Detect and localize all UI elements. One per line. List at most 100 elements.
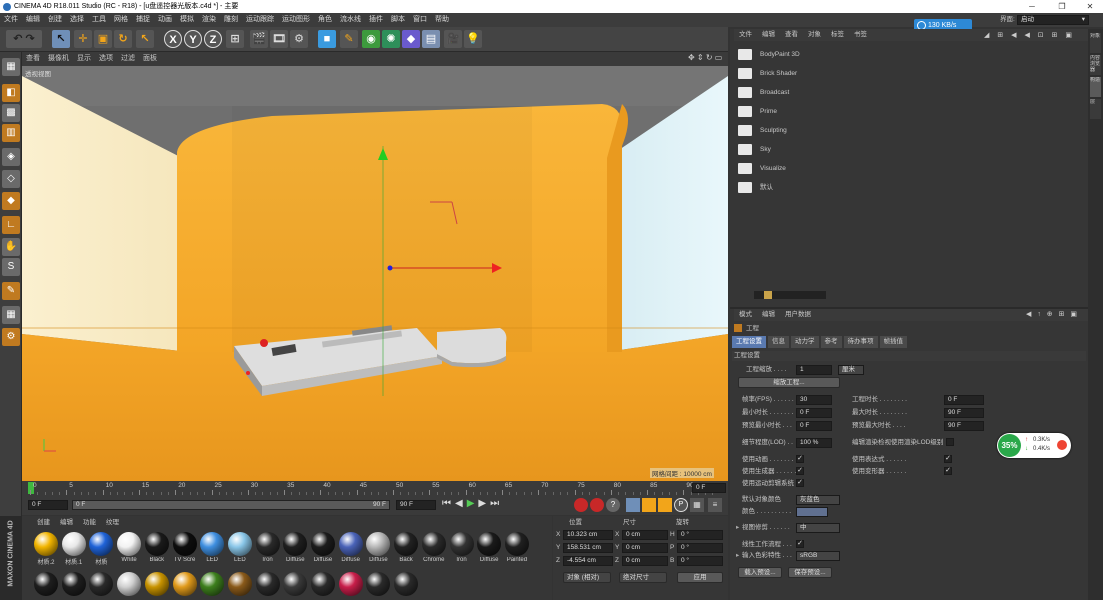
y-axis-lock-button[interactable]: Y — [184, 30, 202, 48]
material-swatch[interactable] — [61, 532, 86, 556]
material-swatch[interactable] — [477, 532, 502, 556]
timeline-menu-icon[interactable]: ≡ — [708, 498, 722, 512]
object-manager-menu-item[interactable]: 书签 — [849, 29, 872, 41]
material-swatch[interactable] — [366, 572, 391, 596]
menu-item[interactable]: 网格 — [110, 13, 132, 27]
maximize-button[interactable]: ❐ — [1052, 0, 1072, 13]
rotation-field[interactable]: 0 ° — [677, 543, 723, 553]
menu-item[interactable]: 文件 — [0, 13, 22, 27]
attributes-tab[interactable]: 参考 — [820, 336, 842, 348]
material-swatch[interactable] — [255, 572, 280, 596]
apply-button[interactable]: 应用 — [677, 572, 723, 583]
attribute-field[interactable]: 30 — [796, 395, 832, 405]
lod-field[interactable]: 100 % — [796, 438, 832, 448]
coordinate-mode-select[interactable]: 对象 (相对) — [563, 572, 611, 583]
attributes-tab[interactable]: 工程设置 — [732, 336, 766, 348]
material-swatch[interactable] — [504, 532, 529, 556]
object-item[interactable]: Sky — [760, 145, 771, 154]
points-mode-icon[interactable]: ◈ — [2, 148, 20, 166]
menu-item[interactable]: 编辑 — [22, 13, 44, 27]
material-swatch[interactable] — [338, 532, 363, 556]
material-swatch[interactable] — [34, 572, 58, 596]
render-lod-checkbox[interactable] — [946, 438, 954, 446]
scale-key-icon[interactable] — [642, 498, 656, 512]
axis-mode-icon[interactable]: ∟ — [2, 216, 20, 234]
scale-icon[interactable]: ▣ — [94, 30, 112, 48]
attribute-field[interactable]: 0 F — [796, 408, 832, 418]
material-swatch[interactable] — [117, 572, 142, 596]
attributes-nav-icons[interactable]: ◀ ↑ ⊕ ⊞ ▣ — [1026, 310, 1079, 318]
object-manager-scroll[interactable] — [754, 291, 826, 299]
material-swatch[interactable] — [200, 532, 225, 556]
pen-spline-icon[interactable]: ✎ — [340, 30, 358, 48]
viewport-menu-item[interactable]: 摄像机 — [44, 52, 73, 66]
record-key-icon[interactable] — [574, 498, 588, 512]
viewport-nav-icons[interactable]: ✥ ⇕ ↻ ▭ — [688, 53, 722, 62]
scroll-thumb[interactable] — [764, 291, 772, 299]
expand-arrow-icon[interactable]: ▸ — [736, 523, 739, 532]
menu-item[interactable]: 帮助 — [431, 13, 453, 27]
material-swatch[interactable] — [61, 572, 86, 596]
material-swatch[interactable] — [227, 532, 252, 556]
perspective-viewport[interactable]: 透视视图 网格间距 : 10000 cm — [22, 66, 728, 481]
project-scale-unit[interactable]: 厘米 — [838, 365, 864, 375]
menu-item[interactable]: 创建 — [44, 13, 66, 27]
material-swatch[interactable] — [394, 572, 419, 596]
param-key-icon[interactable]: P — [674, 498, 688, 512]
side-tab[interactable]: 对象 — [1090, 33, 1101, 53]
object-item[interactable]: Brick Shader — [760, 69, 797, 78]
save-preset-button[interactable]: 保存预设... — [788, 567, 832, 578]
attributes-menu-item[interactable]: 用户数据 — [780, 309, 816, 321]
workplane-grid-icon[interactable]: ▦ — [2, 306, 20, 324]
light-icon[interactable]: 💡 — [464, 30, 482, 48]
material-swatch[interactable] — [144, 572, 169, 596]
size-field[interactable]: 0 cm — [622, 530, 668, 540]
viewport-menu-item[interactable]: 显示 — [73, 52, 95, 66]
material-swatch[interactable] — [117, 532, 142, 556]
scale-project-button[interactable]: 缩放工程... — [738, 377, 840, 388]
material-swatch[interactable] — [366, 532, 391, 556]
boost-icon[interactable] — [1057, 440, 1067, 450]
checkbox[interactable]: ✓ — [796, 467, 804, 475]
menu-item[interactable]: 模拟 — [176, 13, 198, 27]
render-view-icon[interactable]: 🎬 — [250, 30, 268, 48]
object-item[interactable]: 默认 — [760, 183, 773, 192]
material-swatch[interactable] — [283, 532, 308, 556]
start-frame-field[interactable]: 0 F — [28, 500, 68, 510]
viewport-menu-item[interactable]: 面板 — [139, 52, 161, 66]
edges-mode-icon[interactable]: ◇ — [2, 170, 20, 188]
attribute-field[interactable]: 0 F — [944, 395, 984, 405]
size-mode-select[interactable]: 绝对尺寸 — [619, 572, 667, 583]
material-swatch[interactable] — [227, 572, 252, 596]
object-manager-menu-item[interactable]: 编辑 — [757, 29, 780, 41]
material-swatch[interactable] — [172, 572, 197, 596]
linear-workflow-checkbox[interactable]: ✓ — [796, 540, 804, 548]
current-frame-field[interactable]: 0 F — [692, 483, 726, 493]
transport-controls[interactable]: ⏮◀▶▶⏭ — [442, 498, 503, 509]
menu-item[interactable]: 运动图形 — [278, 13, 314, 27]
menu-item[interactable]: 流水线 — [336, 13, 365, 27]
layout-select[interactable]: 启动 ▾ — [1017, 15, 1089, 25]
material-swatch[interactable] — [283, 572, 308, 596]
menu-item[interactable]: 窗口 — [409, 13, 431, 27]
live-select-icon[interactable]: ↖ — [52, 30, 70, 48]
attribute-field[interactable]: 0 F — [796, 421, 832, 431]
menu-item[interactable]: 选择 — [66, 13, 88, 27]
attributes-tab[interactable]: 动力学 — [791, 336, 819, 348]
preview-range-slider[interactable]: 0 F 90 F — [72, 500, 390, 510]
project-scale-field[interactable]: 1 — [796, 365, 832, 375]
object-manager-menu-item[interactable]: 对象 — [803, 29, 826, 41]
object-item[interactable]: BodyPaint 3D — [760, 50, 800, 59]
material-swatch[interactable] — [144, 532, 169, 556]
locked-workplane-icon[interactable]: ⚙ — [2, 328, 20, 346]
tweak-mode-icon[interactable]: ✋ — [2, 238, 20, 256]
size-field[interactable]: 0 cm — [622, 556, 668, 566]
menu-item[interactable]: 工具 — [88, 13, 110, 27]
polygons-mode-icon[interactable]: ◆ — [2, 192, 20, 210]
rotation-field[interactable]: 0 ° — [677, 556, 723, 566]
side-tab[interactable]: 层 — [1090, 99, 1101, 119]
object-item[interactable]: Prime — [760, 107, 777, 116]
object-item[interactable]: Broadcast — [760, 88, 789, 97]
undo-redo-button[interactable]: ↶ ↷ — [6, 30, 42, 48]
rotate-icon[interactable]: ↻ — [114, 30, 132, 48]
